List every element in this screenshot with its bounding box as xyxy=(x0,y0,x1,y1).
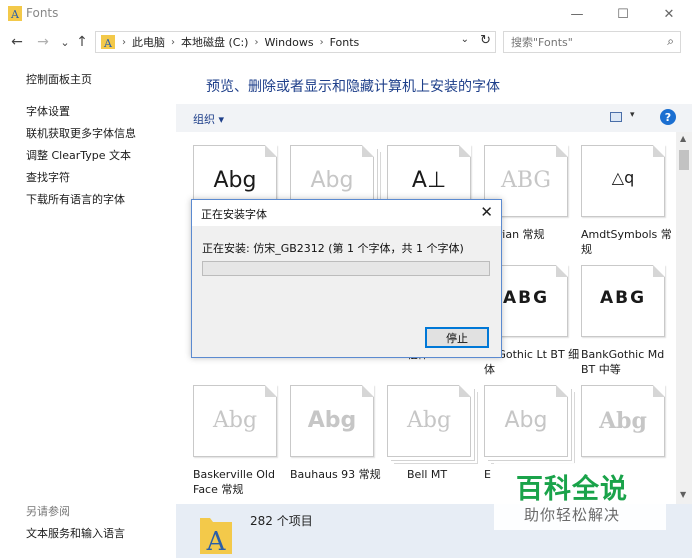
breadcrumb-fonts[interactable]: Fonts xyxy=(330,36,360,49)
font-preview-icon: Abg xyxy=(387,385,471,457)
watermark-subtitle: 助你轻松解决 xyxy=(524,506,621,524)
install-status-text: 正在安装: 仿宋_GB2312 (第 1 个字体，共 1 个字体) xyxy=(202,242,464,255)
font-preview-icon: Abg xyxy=(581,385,665,457)
font-preview-icon: Abg xyxy=(484,385,568,457)
font-preview-glyph: ABG xyxy=(500,168,552,193)
installing-fonts-dialog: 正在安装字体 ✕ 正在安装: 仿宋_GB2312 (第 1 个字体，共 1 个字… xyxy=(191,199,502,358)
search-box[interactable]: ⌕ xyxy=(503,31,681,53)
vertical-scrollbar[interactable]: ▲ ▼ xyxy=(676,132,692,504)
sidebar-item-get-more-fonts[interactable]: 联机获取更多字体信息 xyxy=(26,125,136,141)
up-button[interactable]: ↑ xyxy=(72,32,92,52)
breadcrumb-this-pc[interactable]: 此电脑 xyxy=(132,34,165,50)
watermark: 百科全说 助你轻松解决 xyxy=(494,463,666,530)
scroll-thumb[interactable] xyxy=(679,150,689,170)
fonts-folder-icon: A xyxy=(101,35,115,50)
font-name-label: Bell MT xyxy=(407,468,448,481)
font-name-label: Baskerville Old Face 常规 xyxy=(193,468,275,496)
sidebar: 控制面板主页 字体设置 联机获取更多字体信息 调整 ClearType 文本 查… xyxy=(0,56,176,558)
font-preview-glyph: Abg xyxy=(599,408,647,434)
sidebar-item-font-settings[interactable]: 字体设置 xyxy=(26,103,70,119)
font-preview-glyph: A⊥ xyxy=(411,168,447,193)
font-name-label: BankGothic Md BT 中等 xyxy=(581,348,665,376)
scroll-up-icon[interactable]: ▲ xyxy=(680,134,686,143)
sidebar-item-text-services[interactable]: 文本服务和输入语言 xyxy=(26,525,125,541)
title-bar: A Fonts — ☐ ✕ xyxy=(0,0,692,28)
font-preview-glyph: Abg xyxy=(213,168,257,193)
minimize-button[interactable]: — xyxy=(554,0,600,28)
navigation-bar: ← → ⌄ ↑ A › 此电脑 › 本地磁盘 (C:) › Windows › … xyxy=(0,28,692,56)
font-preview-glyph: Abg xyxy=(307,408,357,433)
stop-button[interactable]: 停止 xyxy=(425,327,489,348)
command-bar: 组织 ▾ ▾ ? xyxy=(176,104,692,132)
organize-menu[interactable]: 组织 ▾ xyxy=(193,111,224,127)
page-heading: 预览、删除或者显示和隐藏计算机上安装的字体 xyxy=(206,79,500,95)
dialog-title: 正在安装字体 xyxy=(201,208,267,221)
svg-text:A: A xyxy=(103,37,113,50)
search-icon[interactable]: ⌕ xyxy=(667,34,674,49)
breadcrumb-separator: › xyxy=(319,36,324,48)
maximize-button[interactable]: ☐ xyxy=(600,0,646,28)
breadcrumb-windows[interactable]: Windows xyxy=(264,36,313,49)
breadcrumb-separator: › xyxy=(171,36,175,48)
address-dropdown-icon[interactable]: ⌄ xyxy=(461,34,469,45)
item-count: 282 个项目 xyxy=(250,514,313,528)
svg-text:A: A xyxy=(206,527,227,556)
font-name-label: Bauhaus 93 常规 xyxy=(290,468,381,481)
font-preview-icon: △q xyxy=(581,145,665,217)
fonts-folder-icon: A xyxy=(200,518,232,556)
font-preview-glyph: Abg xyxy=(310,168,354,193)
font-preview-glyph: Abg xyxy=(212,408,258,433)
watermark-title: 百科全说 xyxy=(516,474,628,505)
breadcrumb-local-disk[interactable]: 本地磁盘 (C:) xyxy=(181,34,248,50)
dialog-title-bar: 正在安装字体 ✕ xyxy=(192,200,501,226)
breadcrumb-separator: › xyxy=(254,36,259,48)
install-progress-bar xyxy=(202,261,490,276)
font-preview-glyph: ABG xyxy=(599,288,647,308)
search-input[interactable] xyxy=(504,32,654,52)
refresh-icon[interactable]: ↻ xyxy=(480,33,491,48)
back-button[interactable]: ← xyxy=(7,32,27,52)
forward-button[interactable]: → xyxy=(33,32,53,52)
font-preview-icon: ABG xyxy=(581,265,665,337)
font-preview-glyph: △q xyxy=(611,168,635,187)
help-icon[interactable]: ? xyxy=(660,109,676,125)
font-name-label: AmdtSymbols 常规 xyxy=(581,228,672,256)
scroll-down-icon[interactable]: ▼ xyxy=(680,490,686,499)
breadcrumb-separator: › xyxy=(122,36,126,48)
svg-text:A: A xyxy=(10,8,20,21)
sidebar-item-cleartype[interactable]: 调整 ClearType 文本 xyxy=(26,147,131,163)
see-also-heading: 另请参阅 xyxy=(26,505,70,518)
sidebar-item-find-character[interactable]: 查找字符 xyxy=(26,169,70,185)
view-icon[interactable] xyxy=(610,112,622,122)
font-preview-glyph: Abg xyxy=(504,408,548,433)
sidebar-item-control-panel-home[interactable]: 控制面板主页 xyxy=(26,71,92,87)
address-bar[interactable]: A › 此电脑 › 本地磁盘 (C:) › Windows › Fonts ⌄ … xyxy=(95,31,496,53)
font-preview-icon: Abg xyxy=(193,385,277,457)
window-title: Fonts xyxy=(26,6,59,20)
close-button[interactable]: ✕ xyxy=(646,0,692,28)
dialog-close-icon[interactable]: ✕ xyxy=(480,203,493,221)
view-dropdown-icon[interactable]: ▾ xyxy=(630,110,635,120)
fonts-app-icon: A xyxy=(8,6,22,21)
font-preview-glyph: Abg xyxy=(406,408,452,433)
sidebar-item-download-fonts[interactable]: 下载所有语言的字体 xyxy=(26,191,125,207)
font-preview-icon: Abg xyxy=(290,385,374,457)
